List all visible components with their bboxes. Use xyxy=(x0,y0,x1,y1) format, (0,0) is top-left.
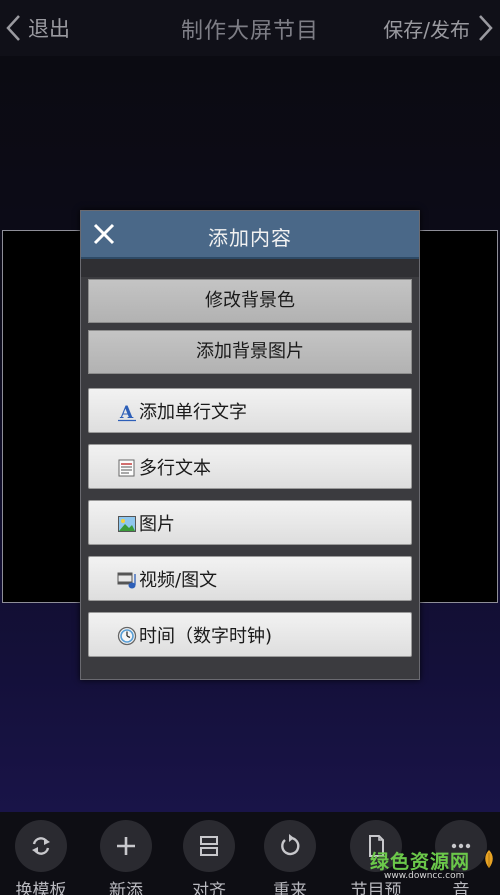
video-icon xyxy=(117,572,136,589)
multiline-text-button[interactable]: 多行文本 xyxy=(88,444,412,489)
change-template-button[interactable]: 换模板 xyxy=(1,820,81,895)
top-bar: 退出 制作大屏节目 保存/发布 xyxy=(0,0,500,56)
add-new-label: 新添 xyxy=(109,881,143,895)
reset-circle xyxy=(264,820,316,872)
add-video-graphic-label: 视频/图文 xyxy=(139,569,218,591)
text-a-icon: A xyxy=(118,403,136,422)
add-new-button[interactable]: 新添 xyxy=(86,820,166,895)
svg-text:A: A xyxy=(119,403,134,422)
plus-icon xyxy=(117,837,135,855)
site-watermark: 绿色资源网 www.downcc.com xyxy=(364,845,496,891)
align-circle xyxy=(183,820,235,872)
save-publish-label: 保存/发布 xyxy=(383,17,470,42)
change-template-circle xyxy=(15,820,67,872)
add-new-circle xyxy=(100,820,152,872)
reset-button[interactable]: 重来 xyxy=(250,820,330,895)
chevron-right-icon xyxy=(479,15,493,41)
change-template-label: 换模板 xyxy=(15,881,67,895)
reset-label: 重来 xyxy=(273,881,307,895)
change-background-color-button[interactable]: 修改背景色 xyxy=(88,279,412,323)
save-publish-button[interactable]: 保存/发布 xyxy=(383,10,494,46)
add-video-graphic-button[interactable]: 视频/图文 xyxy=(88,556,412,601)
add-single-line-text-label: 添加单行文字 xyxy=(139,401,247,423)
align-label: 对齐 xyxy=(192,881,226,895)
align-button[interactable]: 对齐 xyxy=(169,820,249,895)
add-picture-label: 图片 xyxy=(139,513,175,535)
align-icon xyxy=(200,836,218,856)
swap-icon xyxy=(32,837,50,855)
leaf-logo-icon xyxy=(485,850,493,868)
add-background-image-button[interactable]: 添加背景图片 xyxy=(88,330,412,374)
watermark-url: www.downcc.com xyxy=(384,871,465,881)
dialog-title: 添加内容 xyxy=(208,226,292,250)
multiline-text-icon xyxy=(118,459,135,477)
dialog-header: 添加内容 xyxy=(81,211,419,259)
add-picture-button[interactable]: 图片 xyxy=(88,500,412,545)
picture-icon xyxy=(118,516,136,532)
watermark-text: 绿色资源网 xyxy=(370,851,471,873)
change-background-color-label: 修改背景色 xyxy=(205,290,295,311)
dialog-divider xyxy=(81,259,419,277)
add-single-line-text-button[interactable]: A 添加单行文字 xyxy=(88,388,412,433)
reset-icon xyxy=(281,834,300,856)
add-digital-clock-button[interactable]: 时间（数字时钟) xyxy=(88,612,412,657)
add-content-dialog: 添加内容 修改背景色 添加背景图片 A 添加单行文字 多行文本 图片 视频/图文… xyxy=(80,210,420,680)
multiline-text-label: 多行文本 xyxy=(139,457,211,479)
add-digital-clock-label: 时间（数字时钟) xyxy=(139,625,273,647)
clock-icon xyxy=(117,626,137,646)
add-background-image-label: 添加背景图片 xyxy=(196,341,304,362)
